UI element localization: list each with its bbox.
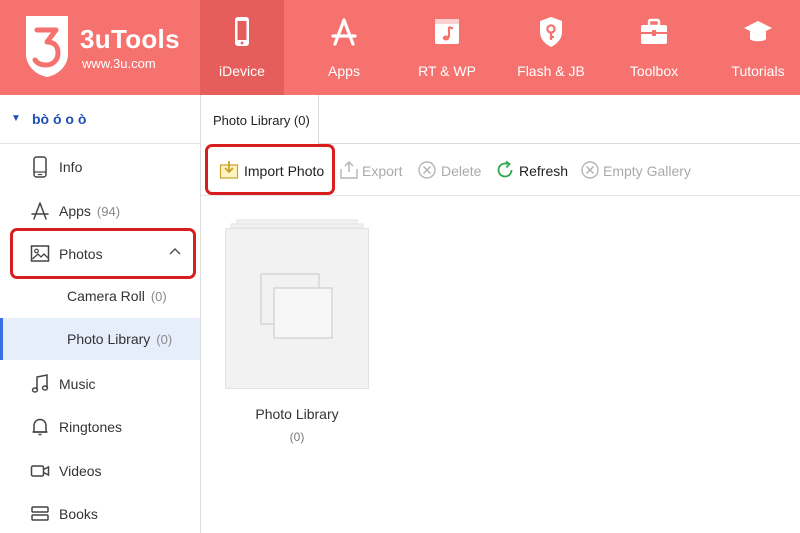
import-highlight-box [205,144,335,195]
nav-toolbox[interactable]: Toolbox [612,0,696,95]
nav-tutorials[interactable]: Tutorials [716,0,800,95]
tab-label: Photo Library (0) [213,113,310,128]
phone-icon [33,156,47,178]
music-note-icon [31,374,49,393]
bell-icon [32,418,48,436]
app-store-icon [331,18,357,46]
sidebar-item-apps[interactable]: Apps (94) [0,191,200,231]
refresh-button[interactable]: Refresh [495,144,569,196]
caret-down-icon: ▼ [11,113,21,124]
toolbox-icon [641,18,667,44]
delete-icon [418,161,436,179]
app-store-icon [31,202,49,220]
nav-rt-wp-label: RT & WP [418,63,476,79]
album-thumbnail-icon [225,219,369,389]
sidebar-item-label: Videos [59,463,102,479]
export-label: Export [362,163,403,179]
device-selector[interactable]: ▼ bò ó o ò [0,95,200,144]
shield-key-icon [540,17,562,47]
sidebar-item-ringtones[interactable]: Ringtones [0,407,200,447]
nav-idevice-label: iDevice [219,63,265,79]
apps-count: (94) [96,204,121,219]
sidebar-item-info[interactable]: Info [0,147,200,187]
top-header: 3uTools www.3u.com iDevice Apps RT & WP [0,0,800,95]
camera-roll-count: (0) [150,289,167,304]
sidebar-item-photo-library[interactable]: Photo Library (0) [0,318,200,360]
tab-photo-library[interactable]: Photo Library (0) [201,95,319,144]
nav-flash-jb[interactable]: Flash & JB [509,0,593,95]
music-note-icon [435,19,459,44]
apps-label: Apps [59,203,91,219]
nav-flash-jb-label: Flash & JB [517,63,585,79]
export-button[interactable]: Export [339,144,409,196]
sidebar-item-books[interactable]: Books [0,494,200,533]
clear-icon [581,161,599,179]
album-title: Photo Library [255,406,339,422]
delete-label: Delete [441,163,482,179]
book-stack-icon [31,506,49,521]
nav-toolbox-label: Toolbox [629,63,679,79]
logo-url: www.3u.com [82,56,156,71]
camera-roll-label: Camera Roll [67,288,145,304]
nav-rt-wp[interactable]: RT & WP [405,0,489,95]
nav-tutorials-label: Tutorials [731,63,785,79]
export-icon [340,160,358,179]
album-photo-library[interactable] [225,219,369,389]
album-count: (0) [289,430,305,444]
sidebar-item-label: Ringtones [59,419,123,435]
empty-gallery-button[interactable]: Empty Gallery [580,144,691,196]
app-logo[interactable]: 3uTools www.3u.com [22,14,192,80]
photo-library-label: Photo Library [67,331,151,347]
sidebar-subitem-label: Photo Library (0) [67,331,172,347]
device-name: bò ó o ò [32,111,87,127]
phone-icon [235,17,249,46]
tab-bar: Photo Library (0) [201,95,800,144]
sidebar-item-label: Info [59,159,83,175]
sidebar-item-label: Apps (94) [59,203,120,219]
photo-library-count: (0) [156,332,173,347]
video-camera-icon [30,465,50,477]
photos-highlight-box [10,228,196,279]
nav-apps-label: Apps [328,63,360,79]
nav-apps[interactable]: Apps [302,0,386,95]
logo-title: 3uTools [80,24,180,54]
sidebar-item-label: Books [59,506,98,522]
sidebar-item-camera-roll[interactable]: Camera Roll (0) [0,275,200,317]
refresh-label: Refresh [519,163,569,179]
sidebar-item-label: Music [59,376,96,392]
sidebar: ▼ bò ó o ò Info Apps (94) Photos Camera R… [0,95,201,533]
sidebar-item-videos[interactable]: Videos [0,451,200,491]
empty-gallery-label: Empty Gallery [603,163,691,179]
sidebar-subitem-label: Camera Roll (0) [67,288,167,304]
refresh-icon [497,160,513,178]
3utools-logo-icon [26,16,68,77]
sidebar-item-music[interactable]: Music [0,364,200,404]
delete-button[interactable]: Delete [417,144,487,196]
nav-idevice[interactable]: iDevice [200,0,284,95]
graduation-cap-icon [744,21,772,42]
